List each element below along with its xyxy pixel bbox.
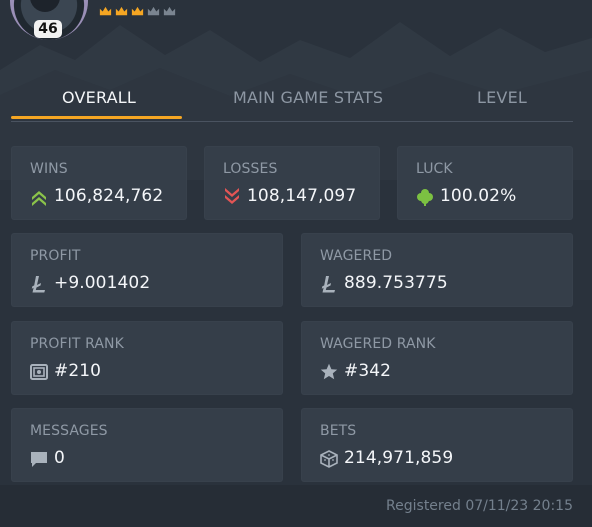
cube-icon — [320, 450, 338, 468]
stat-card-wins: WINS 106,824,762 — [11, 146, 187, 220]
stat-label: WINS — [30, 161, 68, 177]
double-chevron-up-icon — [32, 191, 46, 206]
active-tab-indicator — [11, 116, 182, 119]
crown-icon — [131, 6, 144, 16]
stat-label: MESSAGES — [30, 423, 108, 439]
litecoin-icon — [31, 276, 45, 293]
tab-level[interactable]: LEVEL — [477, 88, 527, 107]
crown-rating — [98, 4, 177, 19]
stat-label: WAGERED RANK — [320, 336, 436, 352]
profile-header: 46 — [0, 0, 592, 60]
stat-card-luck: LUCK 100.02% — [397, 146, 573, 220]
clover-icon — [417, 189, 433, 206]
stat-value: 889.753775 — [344, 273, 448, 293]
stat-value: 0 — [54, 448, 65, 468]
level-badge: 46 — [34, 20, 62, 38]
stat-label: LUCK — [416, 161, 453, 177]
stat-card-messages: MESSAGES 0 — [11, 408, 283, 482]
stat-value: 106,824,762 — [54, 186, 164, 206]
stat-label: LOSSES — [223, 161, 278, 177]
stat-card-profit-rank: PROFIT RANK #210 — [11, 321, 283, 395]
stat-value: #210 — [54, 361, 102, 381]
chat-bubble-icon — [31, 452, 47, 467]
star-icon — [320, 363, 338, 380]
stat-card-wagered: WAGERED 889.753775 — [301, 233, 573, 307]
tab-overall[interactable]: OVERALL — [62, 88, 136, 107]
crown-icon — [147, 6, 160, 16]
stat-value: #342 — [344, 361, 392, 381]
stat-card-losses: LOSSES 108,147,097 — [204, 146, 380, 220]
crown-icon — [115, 6, 128, 16]
stat-value: 214,971,859 — [344, 448, 454, 468]
stat-card-wagered-rank: WAGERED RANK #342 — [301, 321, 573, 395]
double-chevron-down-icon — [225, 188, 239, 204]
safe-icon — [30, 364, 48, 380]
registered-date: Registered 07/11/23 20:15 — [386, 498, 573, 514]
stat-label: PROFIT RANK — [30, 336, 124, 352]
stat-label: PROFIT — [30, 248, 81, 264]
stat-value: 100.02% — [440, 186, 517, 206]
stat-card-profit: PROFIT +9.001402 — [11, 233, 283, 307]
litecoin-icon — [321, 276, 335, 293]
crown-icon — [99, 6, 112, 16]
stat-card-bets: BETS 214,971,859 — [301, 408, 573, 482]
stat-label: WAGERED — [320, 248, 393, 264]
crown-icon — [163, 6, 176, 16]
stat-label: BETS — [320, 423, 357, 439]
stat-value: +9.001402 — [54, 273, 151, 293]
tab-main-game-stats[interactable]: MAIN GAME STATS — [233, 88, 383, 107]
stat-value: 108,147,097 — [247, 186, 357, 206]
stats-tabs: OVERALL MAIN GAME STATS LEVEL — [11, 80, 573, 122]
